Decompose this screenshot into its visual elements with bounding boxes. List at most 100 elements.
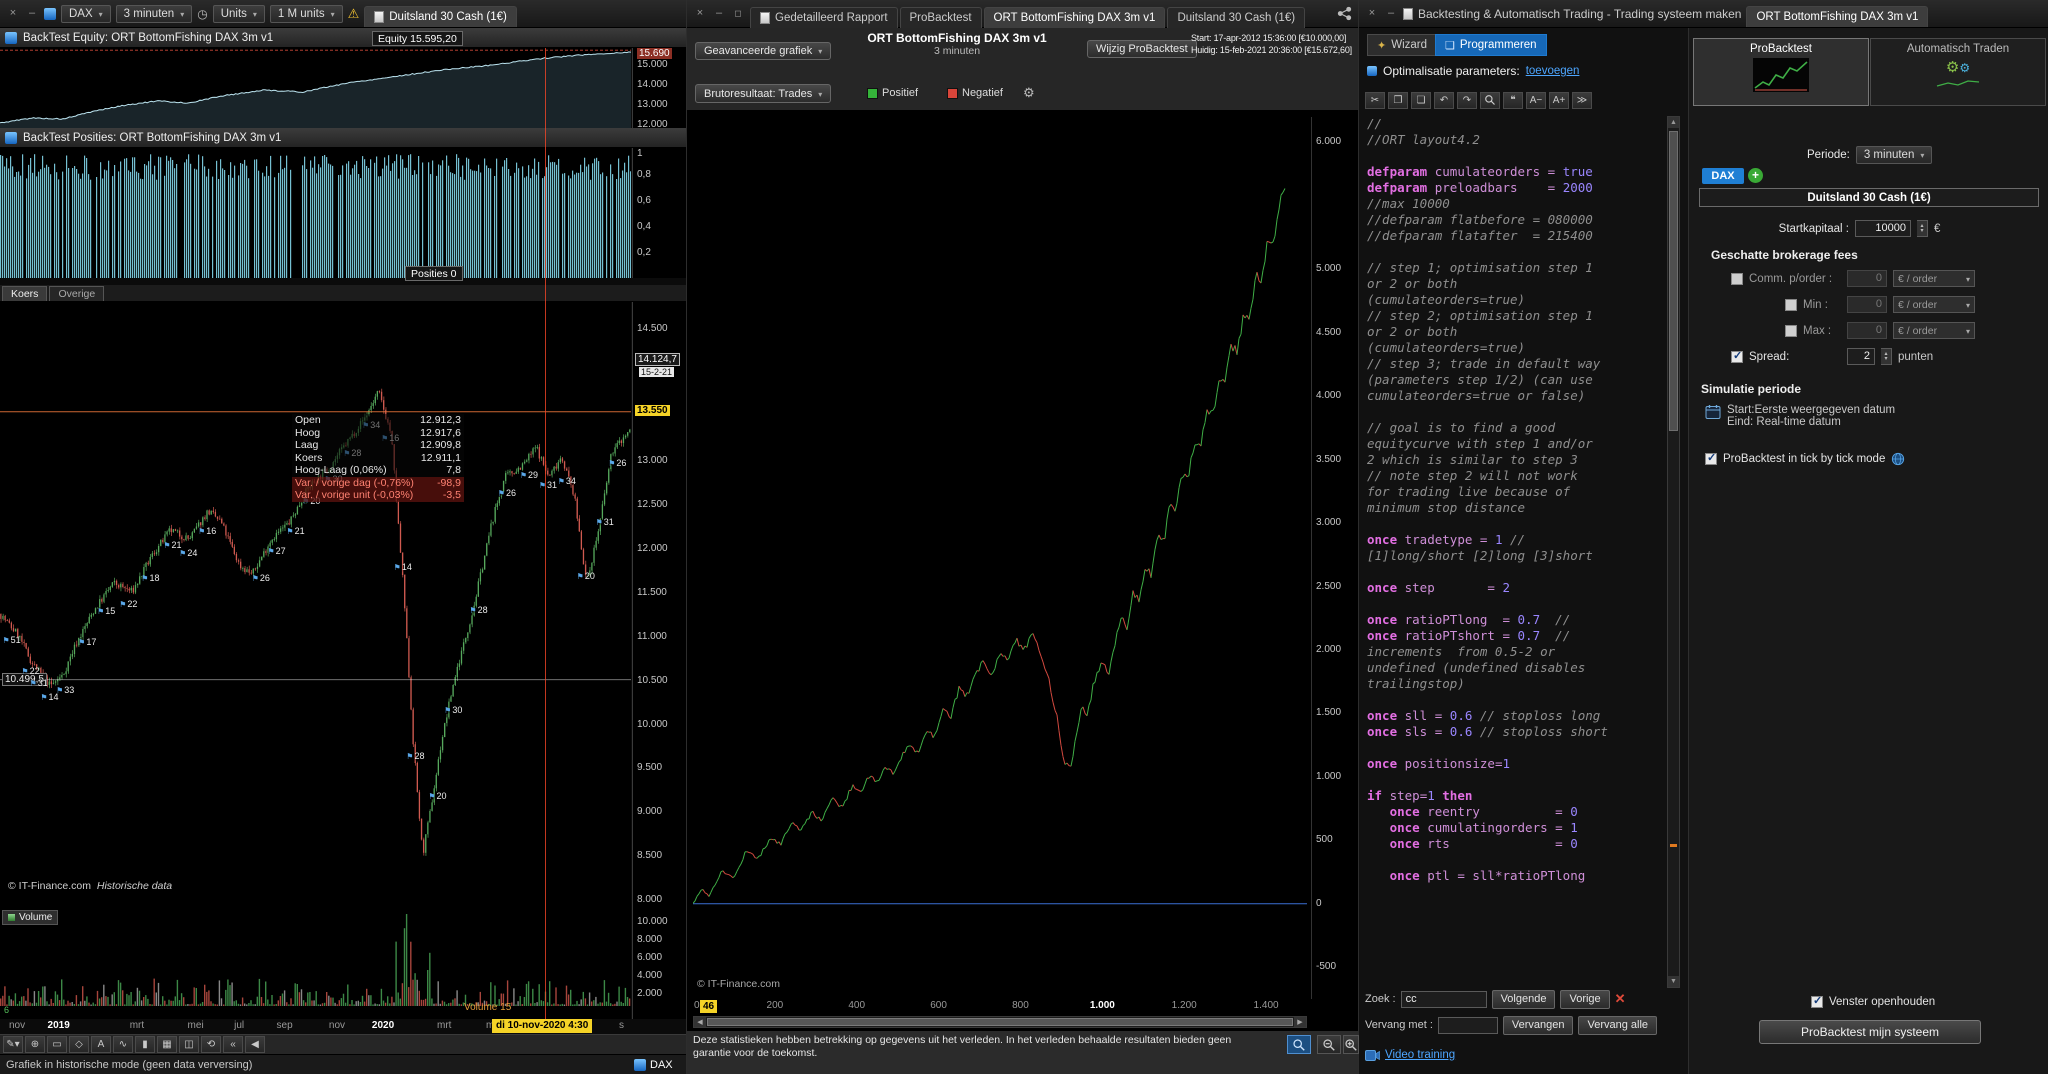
close-icon[interactable] [6,7,20,21]
volume-panel[interactable] [0,908,631,1019]
titlebar-tab[interactable]: ORT BottomFishing DAX 3m v1 [983,6,1166,28]
symbol-chip[interactable]: DAX [634,1058,673,1071]
replace-input[interactable] [1437,1016,1498,1034]
equity-chart[interactable] [0,48,631,128]
commission-checkbox[interactable] [1731,272,1743,285]
find-next-button[interactable]: Volgende [1491,989,1556,1009]
price-chart-area[interactable]: 5122311433171522182124162627212030283416… [0,302,631,908]
system-tab[interactable]: ORT BottomFishing DAX 3m v1 [1746,6,1929,27]
titlebar-tab[interactable]: Duitsland 30 Cash (1€) [1167,6,1306,28]
tab-automatisch-traden[interactable]: Automatisch Traden ⚙⚙ [1870,38,2046,106]
symbol-dropdown[interactable]: DAX [61,4,111,23]
tab-probacktest[interactable]: ProBacktest [1693,38,1869,106]
scrollbar-thumb[interactable] [1669,131,1678,431]
titlebar-tab[interactable]: ProBacktest [899,6,982,28]
comment-icon[interactable]: ❝ [1503,91,1523,109]
redo-icon[interactable]: ↷ [1457,91,1477,109]
find-prev-button[interactable]: Vorige [1560,989,1610,1009]
periode-dropdown[interactable]: 3 minuten [1855,146,1933,164]
code-area[interactable]: ////ORT layout4.2 defparam cumulateorder… [1367,116,1672,988]
zoom-in-icon[interactable] [1343,1035,1359,1054]
edit-probacktest-button[interactable]: Wijzig ProBacktest [1087,40,1197,58]
replace-all-button[interactable]: Vervang alle [1578,1015,1658,1035]
scroll-right-icon[interactable]: ▶ [1294,1017,1306,1027]
stepper-icon[interactable] [1917,220,1928,237]
keep-open-checkbox[interactable] [1811,994,1823,1008]
maximize-icon[interactable] [731,7,745,21]
decrease-font-icon[interactable]: A− [1526,91,1546,109]
min-input[interactable]: 0 [1847,296,1887,313]
symbol-pill[interactable]: DAX [1702,168,1744,184]
startkapitaal-input[interactable]: 10000 [1855,220,1911,237]
tab-programmeren[interactable]: Programmeren [1435,34,1547,56]
add-instrument-icon[interactable]: + [1748,168,1763,183]
undo-icon[interactable]: ↶ [1434,91,1454,109]
crosshair-icon[interactable]: ⊕ [25,1036,45,1053]
advanced-chart-button[interactable]: Geavanceerde grafiek [695,42,832,60]
titlebar-tab[interactable]: Gedetailleerd Rapport [750,6,898,28]
tab-overige[interactable]: Overige [49,286,105,301]
scroll-down-icon[interactable]: ▼ [1668,976,1679,987]
video-training-link[interactable]: Video training [1385,1049,1455,1061]
scroll-left-icon[interactable]: ◀ [694,1017,706,1027]
minimize-icon[interactable] [25,7,39,21]
horizontal-scrollbar[interactable]: ◀ ▶ [693,1016,1307,1028]
units-dropdown[interactable]: Units [212,4,265,23]
instrument-tab[interactable]: Duitsland 30 Cash (1€) [364,6,517,27]
tab-wizard[interactable]: Wizard [1367,34,1437,56]
warning-icon[interactable] [348,6,360,22]
cut-icon[interactable]: ✂ [1365,91,1385,109]
commission-input[interactable]: 0 [1847,270,1887,287]
minimize-icon[interactable] [712,7,726,21]
run-probacktest-button[interactable]: ProBacktest mijn systeem [1759,1020,1981,1044]
equity-report-chart[interactable] [687,111,1358,1030]
expand-toolbar-icon[interactable]: ≫ [1572,91,1592,109]
fast-rewind-icon[interactable]: « [223,1036,243,1053]
scroll-up-icon[interactable]: ▲ [1668,117,1679,128]
minimize-icon[interactable] [1384,7,1398,21]
draw-tools-icon[interactable]: ✎▾ [3,1036,23,1053]
max-input[interactable]: 0 [1847,322,1887,339]
series-dropdown[interactable]: Brutoresultaat: Trades [695,84,832,103]
scrollbar-thumb[interactable] [707,1018,1293,1026]
min-checkbox[interactable] [1785,298,1797,311]
paste-icon[interactable]: ❏ [1411,91,1431,109]
auto-zoom-icon[interactable] [1287,1035,1311,1054]
rectangle-tool-icon[interactable]: ▭ [47,1036,67,1053]
copy-icon[interactable]: ❐ [1388,91,1408,109]
candlestick-icon[interactable]: ▮ [135,1036,155,1053]
tick-mode-checkbox[interactable] [1705,451,1717,465]
close-icon[interactable] [1365,7,1379,21]
gear-icon[interactable] [1023,85,1035,101]
increase-font-icon[interactable]: A+ [1549,91,1569,109]
candlestick-chart[interactable] [0,302,631,908]
shape-tool-icon[interactable]: ◇ [69,1036,89,1053]
min-unit-dropdown[interactable]: € / order [1893,296,1975,313]
commission-unit-dropdown[interactable]: € / order [1893,270,1975,287]
max-unit-dropdown[interactable]: € / order [1893,322,1975,339]
volume-chip[interactable]: Volume [2,910,59,925]
code-scrollbar[interactable]: ▲ ▼ [1667,116,1680,988]
add-parameter-link[interactable]: toevoegen [1526,65,1580,77]
timeframe-dropdown[interactable]: 3 minuten [115,4,193,23]
close-search-icon[interactable]: ✕ [1615,991,1626,1007]
grid-icon[interactable]: ▦ [157,1036,177,1053]
refresh-icon[interactable]: ⟲ [201,1036,221,1053]
line-chart-icon[interactable]: ∿ [113,1036,133,1053]
close-icon[interactable] [693,7,707,21]
replace-button[interactable]: Vervangen [1502,1015,1574,1035]
step-back-icon[interactable]: ◀ [245,1036,265,1053]
clock-icon[interactable] [197,7,207,21]
spread-input[interactable]: 2 [1847,348,1875,365]
spread-checkbox[interactable] [1731,349,1743,363]
share-icon[interactable] [1337,6,1352,21]
split-view-icon[interactable]: ◫ [179,1036,199,1053]
zoom-out-icon[interactable] [1317,1035,1341,1054]
max-checkbox[interactable] [1785,324,1797,337]
quantity-dropdown[interactable]: 1 M units [269,4,343,23]
stepper-icon[interactable] [1881,348,1892,365]
search-icon[interactable] [1480,91,1500,109]
positions-chart[interactable] [0,148,631,278]
find-input[interactable]: cc [1400,990,1487,1008]
tab-koers[interactable]: Koers [2,286,48,301]
